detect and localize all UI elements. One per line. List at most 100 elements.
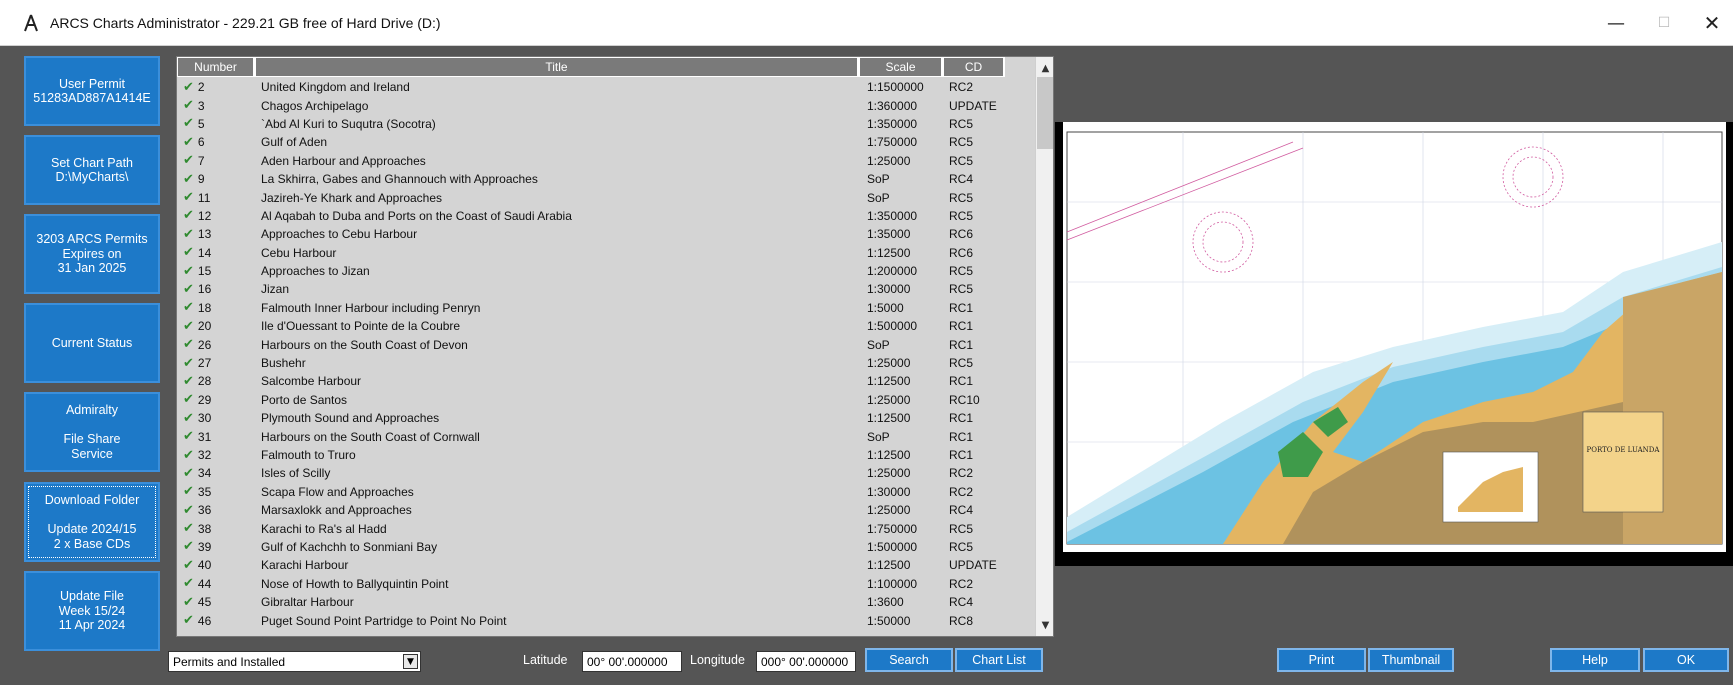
chart-title: Chagos Archipelago [261,98,369,113]
chart-number-cell: ✔ 9 [177,170,255,188]
chart-title: Porto de Santos [261,392,348,407]
chart-number: 38 [197,521,212,536]
arcs-permits-button[interactable]: 3203 ARCS Permits Expires on 31 Jan 2025 [24,214,160,294]
chart-cd: RC1 [949,411,974,426]
table-row[interactable]: ✔ 27 Bushehr 1:25000 RC5 [177,354,1035,372]
chart-scale: 1:5000 [867,300,904,315]
chart-cd: RC1 [949,319,974,334]
close-button[interactable]: ✕ [1682,0,1733,46]
table-row[interactable]: ✔ 6 Gulf of Aden 1:750000 RC5 [177,133,1035,151]
table-row[interactable]: ✔ 26 Harbours on the South Coast of Devon S… [177,335,1035,353]
table-row[interactable]: ✔ 39 Gulf of Kachchh to Sonmiani Bay 1:5000… [177,538,1035,556]
download-folder-button[interactable]: Download Folder Update 2024/15 2 x Base … [24,482,160,562]
column-header-cd[interactable]: CD [943,57,1005,77]
ok-button[interactable]: OK [1643,648,1729,672]
arcs-app-icon [20,12,42,34]
scroll-thumb[interactable] [1037,77,1053,149]
checkmark-icon: ✔ [183,484,194,500]
table-row[interactable]: ✔ 20 Ile d'Ouessant to Pointe de la Coubre… [177,317,1035,335]
chart-scale: 1:750000 [867,135,918,150]
current-status-button[interactable]: Current Status [24,303,160,383]
admiralty-file-share-button[interactable]: Admiralty File Share Service [24,392,160,472]
chart-title: `Abd Al Kuri to Suqutra (Socotra) [261,116,436,131]
chart-thumbnail-frame: PORTO DE LUANDA [1055,122,1733,566]
set-chart-path-button[interactable]: Set Chart Path D:\MyCharts\ [24,135,160,205]
chart-number: 16 [197,282,212,297]
table-row[interactable]: ✔ 12 Al Aqabah to Duba and Ports on the Co… [177,207,1035,225]
table-row[interactable]: ✔ 46 Puget Sound Point Partridge to Point … [177,611,1035,629]
checkmark-icon: ✔ [183,98,194,114]
chart-title: Bushehr [261,356,306,371]
table-row[interactable]: ✔ 14 Cebu Harbour 1:12500 RC6 [177,244,1035,262]
chart-number: 27 [197,356,212,371]
table-row[interactable]: ✔ 36 Marsaxlokk and Approaches 1:25000 RC4 [177,501,1035,519]
table-row[interactable]: ✔ 30 Plymouth Sound and Approaches 1:12500 R… [177,409,1035,427]
chart-number: 14 [197,245,212,260]
chevron-down-icon[interactable]: ▼ [403,654,418,669]
table-row[interactable]: ✔ 31 Harbours on the South Coast of Cornwa… [177,427,1035,445]
chart-cd: RC5 [949,521,974,536]
table-row[interactable]: ✔ 38 Karachi to Ra's al Hadd 1:750000 RC5 [177,519,1035,537]
chart-title: Approaches to Jizan [261,264,370,279]
thumbnail-button[interactable]: Thumbnail [1368,648,1454,672]
checkmark-icon: ✔ [183,429,194,445]
chart-title: Karachi Harbour [261,558,349,573]
table-row[interactable]: ✔ 34 Isles of Scilly 1:25000 RC2 [177,464,1035,482]
chart-number-cell: ✔ 29 [177,391,255,409]
chart-scale: 1:30000 [867,484,911,499]
chart-scale: 1:750000 [867,521,918,536]
table-row[interactable]: ✔ 15 Approaches to Jizan 1:200000 RC5 [177,262,1035,280]
latitude-input[interactable]: 00° 00'.000000 [582,651,682,672]
chart-cd: RC6 [949,245,974,260]
longitude-input[interactable]: 000° 00'.000000 [756,651,856,672]
chart-cd: RC1 [949,337,974,352]
scroll-down-icon[interactable]: ▼ [1036,616,1053,634]
table-row[interactable]: ✔ 32 Falmouth to Truro 1:12500 RC1 [177,446,1035,464]
chart-number-cell: ✔ 30 [177,409,255,427]
print-button[interactable]: Print [1277,648,1366,672]
table-scrollbar[interactable]: ▲ ▼ [1035,57,1053,636]
update-file-button[interactable]: Update File Week 15/24 11 Apr 2024 [24,571,160,651]
search-button[interactable]: Search [865,648,953,672]
table-row[interactable]: ✔ 45 Gibraltar Harbour 1:3600 RC4 [177,593,1035,611]
help-button[interactable]: Help [1550,648,1640,672]
table-row[interactable]: ✔ 35 Scapa Flow and Approaches 1:30000 RC2 [177,483,1035,501]
chart-cd: RC4 [949,172,974,187]
table-row[interactable]: ✔ 11 Jazireh-Ye Khark and Approaches SoP RC5 [177,188,1035,206]
chart-number: 46 [197,613,212,628]
chart-cd: RC4 [949,595,974,610]
title-bar: ARCS Charts Administrator - 229.21 GB fr… [0,0,1733,46]
chart-number-cell: ✔ 7 [177,152,255,170]
user-permit-button[interactable]: User Permit 51283AD887A1414E [24,56,160,126]
table-row[interactable]: ✔ 18 Falmouth Inner Harbour including Penr… [177,299,1035,317]
table-row[interactable]: ✔ 29 Porto de Santos 1:25000 RC10 [177,391,1035,409]
table-row[interactable]: ✔ 44 Nose of Howth to Ballyquintin Point 1:… [177,575,1035,593]
column-header-scale[interactable]: Scale [859,57,943,77]
scroll-up-icon[interactable]: ▲ [1036,59,1053,77]
chart-title: Harbours on the South Coast of Devon [261,337,468,352]
chart-scale: 1:35000 [867,227,911,242]
table-row[interactable]: ✔ 28 Salcombe Harbour 1:12500 RC1 [177,372,1035,390]
checkmark-icon: ✔ [183,576,194,592]
table-row[interactable]: ✔ 5 `Abd Al Kuri to Suqutra (Socotra) 1:350… [177,115,1035,133]
table-row[interactable]: ✔ 9 La Skhirra, Gabes and Ghannouch with A… [177,170,1035,188]
chart-scale: 1:12500 [867,374,911,389]
chart-list-button[interactable]: Chart List [955,648,1043,672]
column-header-title[interactable]: Title [255,57,859,77]
chart-cd: RC5 [949,264,974,279]
chart-cd: RC1 [949,448,974,462]
filter-dropdown[interactable]: Permits and Installed ▼ [168,651,421,672]
checkmark-icon: ✔ [183,171,194,187]
table-row[interactable]: ✔ 7 Aden Harbour and Approaches 1:25000 RC5 [177,152,1035,170]
table-row[interactable]: ✔ 2 United Kingdom and Ireland 1:1500000 RC2 [177,78,1035,96]
table-row[interactable]: ✔ 16 Jizan 1:30000 RC5 [177,280,1035,298]
chart-title: Approaches to Cebu Harbour [261,227,418,242]
column-header-number[interactable]: Number [177,57,255,77]
table-row[interactable]: ✔ 40 Karachi Harbour 1:12500 UPDATE [177,556,1035,574]
table-row[interactable]: ✔ 3 Chagos Archipelago 1:360000 UPDATE [177,96,1035,114]
table-row[interactable]: ✔ 13 Approaches to Cebu Harbour 1:35000 RC6 [177,225,1035,243]
chart-number: 40 [197,558,212,573]
chart-number: 11 [197,190,211,205]
chart-number: 18 [197,300,212,315]
checkmark-icon: ✔ [183,355,194,371]
